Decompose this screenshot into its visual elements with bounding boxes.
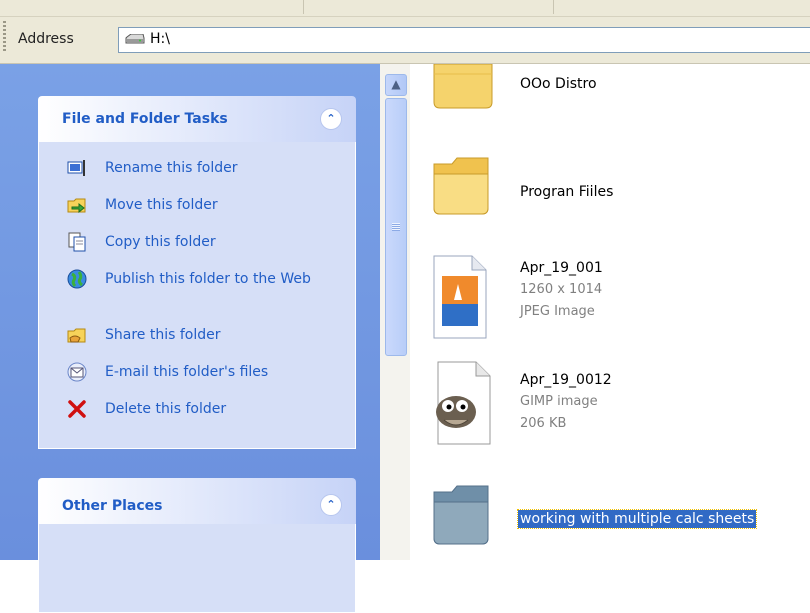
task-pane: File and Folder Tasks ⌃ Rename this fold… <box>0 64 380 613</box>
file-size: 206 KB <box>520 416 567 431</box>
address-bar: Address H:\ <box>0 17 810 64</box>
copy-icon <box>68 232 86 252</box>
rename-icon <box>67 160 85 176</box>
file-name: Progran Fiiles <box>520 184 614 200</box>
jpeg-image-icon <box>433 255 487 339</box>
file-dimensions: 1260 x 1014 <box>520 282 603 297</box>
email-icon <box>67 362 87 382</box>
toolbar-strip <box>0 0 810 17</box>
folder-icon <box>433 64 493 109</box>
task-label: Copy this folder <box>105 234 216 250</box>
task-label: Move this folder <box>105 197 218 213</box>
share-icon <box>67 328 86 343</box>
task-label: Delete this folder <box>105 401 227 417</box>
panel-header[interactable]: File and Folder Tasks ⌃ <box>38 96 356 142</box>
file-type: GIMP image <box>520 394 598 409</box>
file-folder-tasks-panel: File and Folder Tasks ⌃ Rename this fold… <box>38 96 356 449</box>
delete-icon <box>68 400 86 418</box>
task-publish-folder[interactable]: Publish this folder to the Web <box>39 269 355 325</box>
task-copy-folder[interactable]: Copy this folder <box>39 232 355 269</box>
panel-title: Other Places <box>62 498 163 514</box>
collapse-chevron-icon[interactable]: ⌃ <box>320 108 342 130</box>
toolbar-separator <box>303 0 304 14</box>
task-label: Publish this folder to the Web <box>105 271 311 287</box>
globe-icon <box>67 269 87 289</box>
file-name: Apr_19_0012 <box>520 372 612 388</box>
gimp-file-icon <box>436 361 491 445</box>
panel-body: Rename this folder Move this folder Copy… <box>38 142 356 449</box>
task-delete-folder[interactable]: Delete this folder <box>39 399 355 436</box>
toolbar-separator <box>553 0 554 14</box>
grip-icon <box>392 223 400 231</box>
scroll-thumb[interactable] <box>385 98 407 356</box>
folder-icon <box>433 485 489 545</box>
file-name: OOo Distro <box>520 76 597 92</box>
file-item-selected[interactable]: working with multiple calc sheets <box>410 484 810 560</box>
task-label: Rename this folder <box>105 160 238 176</box>
address-label: Address <box>18 31 74 47</box>
task-share-folder[interactable]: Share this folder <box>39 325 355 362</box>
collapse-chevron-icon[interactable]: ⌃ <box>320 494 342 516</box>
task-move-folder[interactable]: Move this folder <box>39 195 355 232</box>
toolbar-grip[interactable] <box>3 21 6 53</box>
task-rename-folder[interactable]: Rename this folder <box>39 158 355 195</box>
folder-icon <box>433 157 489 215</box>
panel-header[interactable]: Other Places ⌃ <box>38 478 356 524</box>
vertical-scrollbar[interactable]: ▲ <box>380 64 410 560</box>
task-label: Share this folder <box>105 327 221 343</box>
file-item[interactable]: Progran Fiiles <box>410 156 810 216</box>
panel-title: File and Folder Tasks <box>62 111 228 127</box>
file-name: Apr_19_001 <box>520 260 603 276</box>
scroll-up-button[interactable]: ▲ <box>385 74 407 96</box>
file-list: OOo Distro Progran Fiiles Apr_19_001 126… <box>410 64 810 560</box>
other-places-panel: Other Places ⌃ <box>38 478 356 613</box>
move-icon <box>67 198 86 214</box>
file-name: working with multiple calc sheets <box>516 509 758 529</box>
task-email-files[interactable]: E-mail this folder's files <box>39 362 355 399</box>
file-type: JPEG Image <box>520 304 595 319</box>
task-label: E-mail this folder's files <box>105 364 269 380</box>
file-item[interactable]: Apr_19_0012 GIMP image 206 KB <box>410 360 810 460</box>
file-item[interactable]: OOo Distro <box>410 64 810 124</box>
file-item[interactable]: Apr_19_001 1260 x 1014 JPEG Image <box>410 254 810 344</box>
address-input[interactable]: H:\ <box>118 27 810 53</box>
panel-body <box>38 524 356 613</box>
address-path: H:\ <box>150 31 170 47</box>
drive-icon <box>125 34 145 44</box>
